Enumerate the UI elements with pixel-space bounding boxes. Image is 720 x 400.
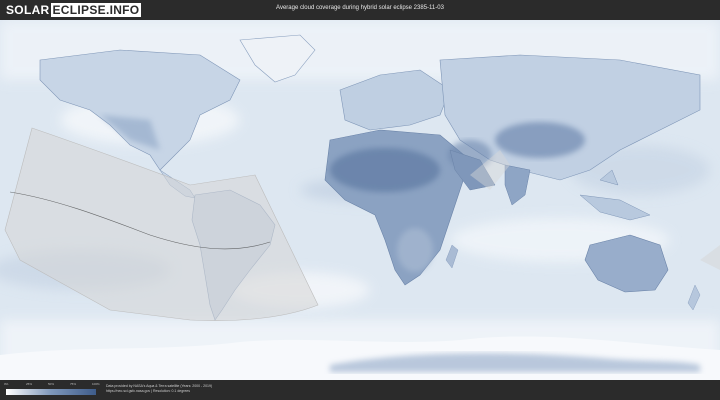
page-title: Average cloud coverage during hybrid sol… xyxy=(276,5,444,11)
legend-tick: 75% xyxy=(70,382,77,386)
legend-ticks: 0% 25% 50% 75% 100% xyxy=(4,382,100,388)
header-bar: SOLAR ECLIPSE.INFO Average cloud coverage… xyxy=(0,0,720,20)
legend-tick: 0% xyxy=(4,382,9,386)
cloud-coverage-legend-bar xyxy=(6,389,96,395)
data-credit: Data provided by NASA's Aqua & Terra sat… xyxy=(106,384,212,394)
legend-tick: 100% xyxy=(92,382,100,386)
legend-tick: 25% xyxy=(26,382,33,386)
credit-line-2[interactable]: https://neo.sci.gsfc.nasa.gov | Resoluti… xyxy=(106,389,212,394)
cloud-coverage-map xyxy=(0,20,720,380)
legend-tick: 50% xyxy=(48,382,55,386)
